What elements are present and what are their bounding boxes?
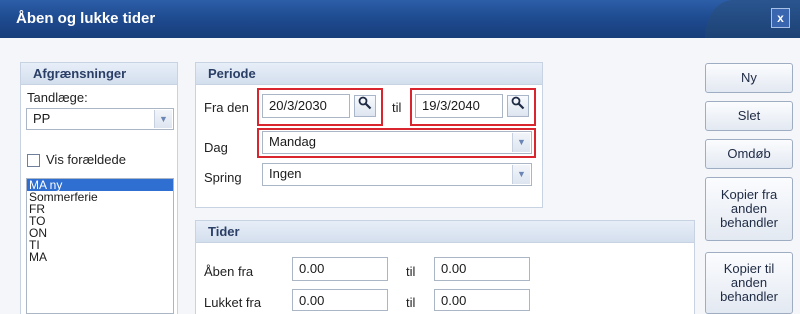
tandlaege-value: PP (33, 111, 51, 126)
spring-label: Spring (204, 170, 242, 185)
lukket-fra-value: 0.00 (299, 293, 325, 308)
kopier-fra-button[interactable]: Kopier fra anden behandler (705, 177, 793, 241)
aaben-til-label: til (406, 264, 416, 279)
tandlaege-label: Tandlæge: (27, 90, 88, 105)
lukket-til-value: 0.00 (441, 293, 467, 308)
dag-select[interactable]: Mandag ▼ (262, 131, 532, 154)
periode-header: Periode (196, 63, 542, 85)
list-item[interactable]: TI (27, 239, 173, 251)
chevron-down-icon[interactable]: ▼ (154, 110, 172, 128)
search-icon[interactable] (507, 95, 529, 117)
list-item[interactable]: FR (27, 203, 173, 215)
slet-button[interactable]: Slet (705, 101, 793, 131)
search-icon[interactable] (354, 95, 376, 117)
spring-value: Ingen (269, 166, 302, 181)
ny-button[interactable]: Ny (705, 63, 793, 93)
kopier-til-button[interactable]: Kopier til anden behandler (705, 252, 793, 314)
dag-label: Dag (204, 140, 228, 155)
fra-date-value: 20/3/2030 (269, 98, 327, 113)
close-button[interactable]: x (771, 8, 790, 28)
tider-header: Tider (196, 221, 694, 243)
til-label: til (392, 100, 402, 115)
list-item[interactable]: MA (27, 251, 173, 263)
aaben-til-value: 0.00 (441, 261, 467, 276)
aaben-fra-value: 0.00 (299, 261, 325, 276)
til-date-input[interactable]: 19/3/2040 (415, 94, 503, 118)
list-item[interactable]: Sommerferie (27, 191, 173, 203)
lukket-fra-label: Lukket fra (204, 295, 262, 310)
fra-den-label: Fra den (204, 100, 249, 115)
omdob-button[interactable]: Omdøb (705, 139, 793, 169)
vis-foraeldede-label: Vis forældede (46, 152, 126, 167)
list-item[interactable]: TO (27, 215, 173, 227)
lukket-til-label: til (406, 295, 416, 310)
vis-foraeldede-checkbox[interactable] (27, 154, 40, 167)
period-list[interactable]: MA ny Sommerferie FR TO ON TI MA (26, 178, 174, 314)
lukket-til-input[interactable]: 0.00 (434, 289, 530, 311)
chevron-down-icon[interactable]: ▼ (512, 165, 530, 184)
fra-date-input[interactable]: 20/3/2030 (262, 94, 350, 118)
aaben-fra-input[interactable]: 0.00 (292, 257, 388, 281)
tandlaege-select[interactable]: PP ▼ (26, 108, 174, 130)
window-title: Åben og lukke tider (16, 10, 156, 27)
aaben-fra-label: Åben fra (204, 264, 254, 279)
aaben-til-input[interactable]: 0.00 (434, 257, 530, 281)
dag-value: Mandag (269, 134, 316, 149)
lukket-fra-input[interactable]: 0.00 (292, 289, 388, 311)
spring-select[interactable]: Ingen ▼ (262, 163, 532, 186)
chevron-down-icon[interactable]: ▼ (512, 133, 530, 152)
list-item[interactable]: ON (27, 227, 173, 239)
title-bar: Åben og lukke tider x (0, 0, 800, 38)
til-date-value: 19/3/2040 (422, 98, 480, 113)
afgraensninger-header: Afgrænsninger (21, 63, 177, 85)
